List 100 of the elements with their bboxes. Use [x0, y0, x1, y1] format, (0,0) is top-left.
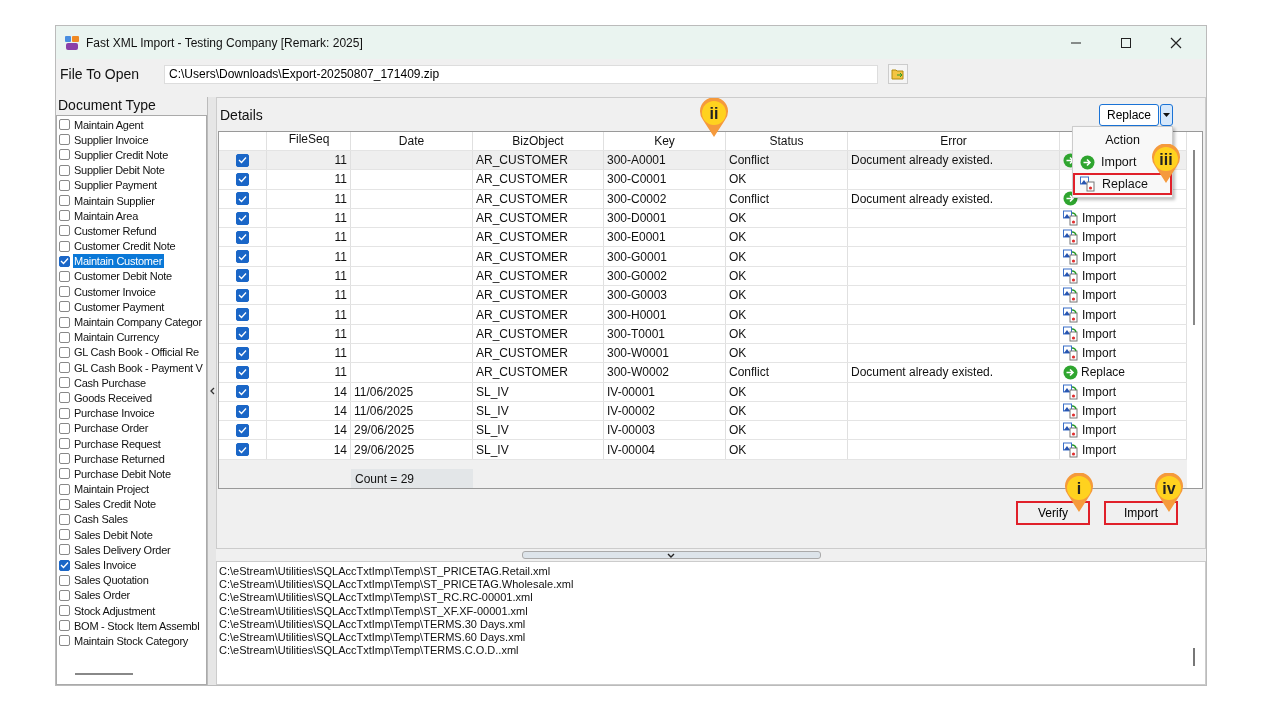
- checkbox[interactable]: [59, 195, 70, 207]
- checkbox[interactable]: [59, 362, 70, 374]
- column-header[interactable]: Date: [351, 132, 473, 150]
- document-type-item[interactable]: Maintain Stock Category: [73, 633, 191, 648]
- splitter-handle[interactable]: [521, 551, 821, 559]
- checkbox[interactable]: [59, 544, 70, 556]
- document-type-item[interactable]: Cash Sales: [73, 512, 130, 527]
- checkbox[interactable]: [59, 453, 70, 465]
- document-type-item[interactable]: Maintain Area: [73, 208, 140, 223]
- checkbox[interactable]: [59, 164, 70, 176]
- document-type-item[interactable]: Maintain Customer: [73, 254, 165, 269]
- document-type-item[interactable]: BOM - Stock Item Assembl: [73, 618, 202, 633]
- checkbox[interactable]: [236, 365, 249, 379]
- checkbox[interactable]: [236, 308, 249, 321]
- column-header[interactable]: Status: [726, 132, 848, 150]
- scrollbar-thumb[interactable]: [1193, 648, 1195, 666]
- document-type-item[interactable]: Sales Credit Note: [73, 497, 158, 512]
- document-type-item[interactable]: Purchase Debit Note: [73, 466, 173, 481]
- checkbox[interactable]: [236, 423, 249, 437]
- menu-item[interactable]: Replace: [1073, 173, 1172, 195]
- document-type-item[interactable]: Maintain Currency: [73, 330, 161, 345]
- checkbox[interactable]: [59, 422, 70, 434]
- checkbox[interactable]: [59, 513, 70, 525]
- menu-item[interactable]: Import: [1073, 151, 1143, 173]
- checkbox[interactable]: [59, 255, 70, 267]
- document-type-item[interactable]: Purchase Returned: [73, 451, 167, 466]
- checkbox[interactable]: [236, 211, 249, 225]
- document-type-item[interactable]: Cash Purchase: [73, 375, 148, 390]
- document-type-item[interactable]: Maintain Company Categor: [73, 315, 204, 330]
- document-type-item[interactable]: Supplier Credit Note: [73, 147, 171, 162]
- checkbox[interactable]: [59, 270, 70, 282]
- checkbox[interactable]: [59, 589, 70, 601]
- checkbox[interactable]: [59, 134, 70, 146]
- document-type-item[interactable]: Customer Refund: [73, 223, 159, 238]
- checkbox[interactable]: [59, 377, 70, 389]
- checkbox[interactable]: [236, 192, 249, 206]
- open-folder-button[interactable]: [888, 64, 908, 84]
- checkbox[interactable]: [59, 392, 70, 404]
- checkbox[interactable]: [236, 153, 249, 167]
- dropdown-button[interactable]: [1160, 103, 1173, 126]
- document-type-item[interactable]: GL Cash Book - Payment V: [73, 360, 205, 375]
- document-type-item[interactable]: Supplier Invoice: [73, 132, 151, 147]
- checkbox[interactable]: [59, 240, 70, 252]
- checkbox[interactable]: [59, 483, 70, 495]
- replace-button[interactable]: Replace: [1099, 103, 1159, 126]
- checkbox[interactable]: [236, 327, 249, 341]
- checkbox[interactable]: [236, 346, 249, 360]
- document-type-item[interactable]: Maintain Supplier: [73, 193, 157, 208]
- checkbox[interactable]: [59, 346, 70, 358]
- checkbox[interactable]: [236, 172, 249, 186]
- document-type-item[interactable]: Sales Invoice: [73, 558, 139, 573]
- file-path-field[interactable]: C:\Users\Downloads\Export-20250807_171409.zip: [164, 64, 878, 84]
- close-icon[interactable]: [1170, 36, 1182, 49]
- collapse-icon[interactable]: [209, 387, 215, 395]
- checkbox[interactable]: [59, 331, 70, 343]
- document-type-item[interactable]: GL Cash Book - Official Re: [73, 345, 201, 360]
- document-type-item[interactable]: Customer Credit Note: [73, 239, 178, 254]
- checkbox[interactable]: [59, 635, 70, 647]
- document-type-item[interactable]: Supplier Debit Note: [73, 163, 167, 178]
- column-header[interactable]: Error: [848, 132, 1060, 150]
- chevron-down-icon[interactable]: [667, 552, 675, 558]
- column-header[interactable]: FileSeq: [267, 132, 351, 150]
- checkbox[interactable]: [236, 230, 249, 244]
- document-type-item[interactable]: Sales Order: [73, 588, 132, 603]
- checkbox[interactable]: [59, 225, 70, 237]
- checkbox[interactable]: [236, 443, 249, 457]
- checkbox[interactable]: [59, 210, 70, 222]
- checkbox[interactable]: [59, 620, 70, 632]
- document-type-item[interactable]: Customer Payment: [73, 299, 167, 314]
- checkbox[interactable]: [59, 119, 70, 131]
- document-type-item[interactable]: Customer Invoice: [73, 284, 158, 299]
- document-type-item[interactable]: Purchase Request: [73, 436, 163, 451]
- checkbox[interactable]: [59, 149, 70, 161]
- checkbox[interactable]: [59, 407, 70, 419]
- document-type-item[interactable]: Goods Received: [73, 390, 154, 405]
- checkbox[interactable]: [59, 559, 70, 571]
- checkbox[interactable]: [59, 574, 70, 586]
- document-type-item[interactable]: Supplier Payment: [73, 178, 159, 193]
- document-type-item[interactable]: Sales Delivery Order: [73, 542, 173, 557]
- checkbox[interactable]: [236, 385, 249, 399]
- document-type-item[interactable]: Customer Debit Note: [73, 269, 174, 284]
- document-type-item[interactable]: Stock Adjustment: [73, 603, 157, 618]
- document-type-item[interactable]: Purchase Invoice: [73, 406, 157, 421]
- checkbox[interactable]: [59, 179, 70, 191]
- scrollbar-thumb[interactable]: [1193, 150, 1195, 325]
- checkbox[interactable]: [59, 529, 70, 541]
- checkbox[interactable]: [236, 404, 249, 418]
- document-type-item[interactable]: Purchase Order: [73, 421, 151, 436]
- document-type-item[interactable]: Maintain Agent: [73, 117, 146, 132]
- column-header[interactable]: BizObject: [473, 132, 604, 150]
- checkbox[interactable]: [59, 468, 70, 480]
- checkbox[interactable]: [59, 286, 70, 298]
- checkbox[interactable]: [236, 269, 249, 283]
- scrollbar-thumb[interactable]: [75, 673, 133, 675]
- checkbox[interactable]: [59, 316, 70, 328]
- document-type-item[interactable]: Sales Debit Note: [73, 527, 155, 542]
- document-type-item[interactable]: Maintain Project: [73, 482, 151, 497]
- document-type-item[interactable]: Sales Quotation: [73, 573, 151, 588]
- checkbox[interactable]: [59, 605, 70, 617]
- action-button[interactable]: Verify: [1016, 501, 1090, 525]
